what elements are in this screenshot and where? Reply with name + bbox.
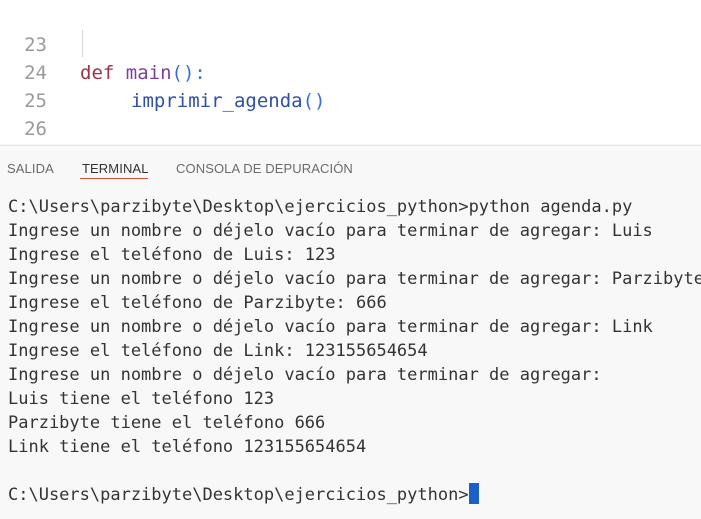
terminal-line: Parzibyte tiene el teléfono 666 (8, 413, 326, 433)
code-editor[interactable]: 23 def main(): 24 imprimir_agenda() 25 2… (0, 0, 701, 144)
terminal-cursor (468, 483, 479, 504)
tab-output[interactable]: SALIDA (7, 161, 54, 176)
code-line-23[interactable]: 23 def main(): (0, 3, 701, 84)
terminal-line: Ingrese el teléfono de Link: 12315565465… (8, 341, 428, 361)
indent-guide (82, 30, 83, 57)
terminal-prompt: C:\Users\parzibyte\Desktop\ejercicios_py… (8, 485, 469, 505)
tab-debug-console[interactable]: CONSOLA DE DEPURACIÓN (176, 161, 353, 176)
terminal-output[interactable]: C:\Users\parzibyte\Desktop\ejercicios_py… (0, 193, 701, 519)
terminal-line: Ingrese el teléfono de Luis: 123 (8, 245, 336, 265)
terminal-line: Luis tiene el teléfono 123 (8, 389, 275, 409)
code-line-27[interactable]: 27 main() (0, 114, 701, 142)
active-tab-indicator (80, 178, 148, 179)
terminal-prompt-line[interactable]: C:\Users\parzibyte\Desktop\ejercicios_py… (8, 483, 479, 507)
code-line-25[interactable]: 25 (0, 59, 701, 112)
line-number: 27 (0, 142, 47, 144)
terminal-line: Ingrese un nombre o déjelo vacío para te… (8, 365, 602, 385)
terminal-line: Ingrese un nombre o déjelo vacío para te… (8, 317, 653, 337)
code-line-24[interactable]: 24 imprimir_agenda() (0, 31, 701, 112)
terminal-line: Ingrese el teléfono de Parzibyte: 666 (8, 293, 387, 313)
terminal-line: Ingrese un nombre o déjelo vacío para te… (8, 269, 701, 289)
terminal-line: C:\Users\parzibyte\Desktop\ejercicios_py… (8, 197, 633, 217)
code-line-26[interactable]: 26 (0, 87, 701, 140)
terminal-line: Link tiene el teléfono 123155654654 (8, 437, 367, 457)
tab-terminal[interactable]: TERMINAL (82, 161, 149, 176)
panel-tab-bar: SALIDA TERMINAL CONSOLA DE DEPURACIÓN (0, 145, 701, 188)
terminal-line: Ingrese un nombre o déjelo vacío para te… (8, 221, 653, 241)
